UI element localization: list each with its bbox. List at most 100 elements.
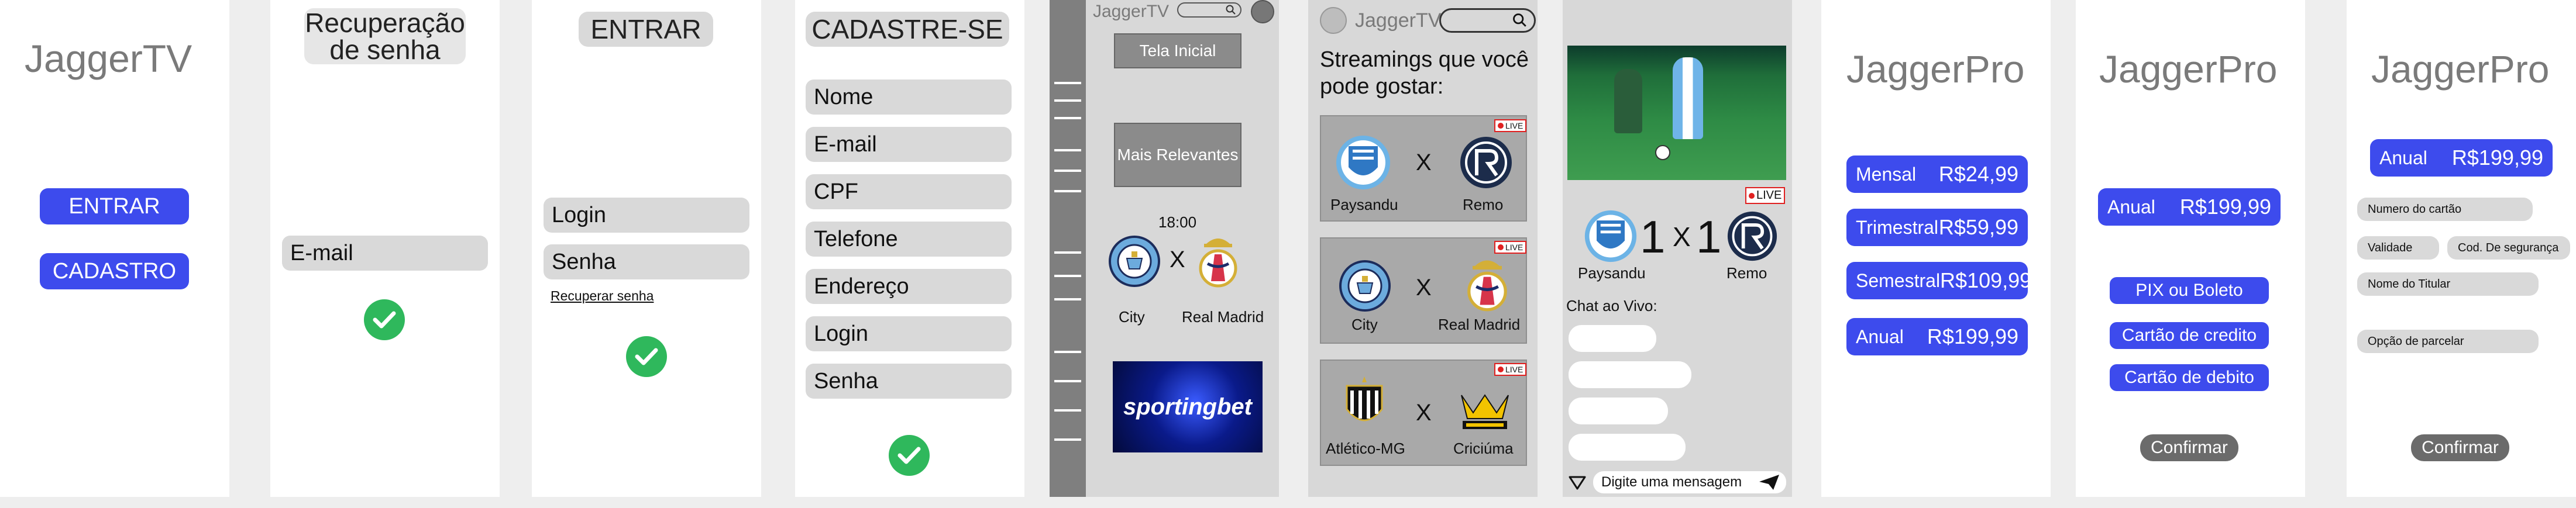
plan-price: R$109,99 bbox=[1940, 268, 2032, 292]
away-team-name: Criciúma bbox=[1453, 440, 1514, 457]
login-field[interactable]: Login bbox=[544, 198, 749, 233]
live-label: LIVE bbox=[1505, 365, 1523, 374]
plan-price: R$199,99 bbox=[1927, 324, 2018, 348]
heart-icon[interactable] bbox=[1567, 474, 1587, 491]
enter-button[interactable]: ENTRAR bbox=[40, 188, 189, 224]
recover-password-link[interactable]: Recuperar senha bbox=[551, 288, 654, 304]
avatar[interactable] bbox=[1320, 7, 1347, 34]
paysandu-crest-icon bbox=[1336, 136, 1390, 189]
card-number-field[interactable]: Numero do cartão bbox=[2357, 198, 2533, 221]
search-input[interactable] bbox=[1439, 8, 1536, 33]
plan-name: Anual bbox=[2379, 147, 2427, 168]
sidebar-item[interactable] bbox=[1054, 149, 1081, 151]
home-button[interactable]: Tela Inicial bbox=[1114, 33, 1241, 68]
sidebar-item[interactable] bbox=[1054, 170, 1081, 172]
password-field[interactable]: Senha bbox=[806, 364, 1012, 399]
plan-semiannual-button[interactable]: Semestral R$109,99 bbox=[1846, 262, 2032, 299]
live-dot-icon bbox=[1498, 244, 1504, 250]
sidebar-item[interactable] bbox=[1054, 99, 1081, 102]
email-field[interactable]: E-mail bbox=[806, 127, 1012, 162]
manchester-city-crest-icon bbox=[1109, 236, 1160, 287]
video-player[interactable] bbox=[1567, 46, 1786, 180]
debit-card-option[interactable]: Cartão de debito bbox=[2110, 364, 2269, 391]
page-title: Recuperação de senha bbox=[304, 8, 466, 64]
plan-quarterly-button[interactable]: Trimestral R$59,99 bbox=[1846, 209, 2028, 246]
paysandu-crest-icon bbox=[1584, 210, 1637, 262]
confirm-check-icon[interactable] bbox=[364, 299, 405, 340]
plan-monthly-button[interactable]: Mensal R$24,99 bbox=[1846, 155, 2028, 193]
validity-field[interactable]: Validade bbox=[2357, 236, 2439, 260]
match-time: 18:00 bbox=[1158, 213, 1197, 231]
versus-label: X bbox=[1416, 275, 1432, 300]
address-field[interactable]: Endereço bbox=[806, 269, 1012, 304]
sportingbet-ad-banner[interactable]: sportingbet bbox=[1113, 361, 1263, 452]
name-field[interactable]: Nome bbox=[806, 80, 1012, 115]
plans-screen: JaggerPro Mensal R$24,99 Trimestral R$59… bbox=[1821, 0, 2051, 497]
title-line-1: Recuperação bbox=[305, 8, 465, 38]
live-dot-icon bbox=[1749, 192, 1755, 199]
confirm-check-icon[interactable] bbox=[626, 336, 667, 377]
password-field[interactable]: Senha bbox=[544, 244, 749, 279]
sidebar-item[interactable] bbox=[1054, 82, 1081, 84]
sidebar-item[interactable] bbox=[1054, 380, 1081, 382]
sidebar bbox=[1050, 0, 1086, 497]
confirm-check-icon[interactable] bbox=[889, 435, 930, 476]
away-team-name: Real Madrid bbox=[1438, 316, 1521, 333]
chat-label: Chat ao Vivo: bbox=[1566, 297, 1657, 315]
home-score: 1 bbox=[1640, 211, 1666, 262]
sidebar-item[interactable] bbox=[1054, 351, 1081, 353]
message-input[interactable]: Digite uma mensagem bbox=[1593, 471, 1786, 493]
brand-logo: JaggerTV bbox=[1355, 9, 1442, 32]
home-team-name: Paysandu bbox=[1330, 196, 1398, 213]
streams-list-screen: JaggerTV Streamings que você pode gostar… bbox=[1308, 0, 1538, 497]
section-heading: Streamings que você pode gostar: bbox=[1320, 47, 1529, 99]
home-screen: JaggerTV Tela Inicial Mais Relevantes 18… bbox=[1050, 0, 1279, 497]
email-field[interactable]: E-mail bbox=[282, 236, 488, 271]
atletico-mg-crest-icon bbox=[1346, 376, 1383, 421]
security-code-field[interactable]: Cod. De segurança bbox=[2447, 236, 2570, 260]
search-icon bbox=[1513, 13, 1526, 27]
sidebar-item[interactable] bbox=[1054, 190, 1081, 192]
ball-icon bbox=[1655, 145, 1670, 160]
versus-label: X bbox=[1416, 150, 1432, 175]
login-field[interactable]: Login bbox=[806, 316, 1012, 351]
sidebar-item[interactable] bbox=[1054, 298, 1081, 300]
chat-message bbox=[1569, 434, 1686, 461]
sidebar-item[interactable] bbox=[1054, 409, 1081, 412]
holder-name-field[interactable]: Nome do Titular bbox=[2357, 272, 2539, 296]
avatar[interactable] bbox=[1251, 0, 1274, 23]
confirm-button[interactable]: Confirmar bbox=[2140, 434, 2238, 461]
live-dot-icon bbox=[1498, 123, 1504, 129]
player-figure bbox=[1673, 57, 1703, 139]
cpf-field[interactable]: CPF bbox=[806, 174, 1012, 209]
installments-field[interactable]: Opção de parcelar bbox=[2357, 330, 2539, 353]
confirm-button[interactable]: Confirmar bbox=[2411, 434, 2509, 461]
pix-boleto-option[interactable]: PIX ou Boleto bbox=[2110, 277, 2269, 304]
login-screen: ENTRAR Login Senha Recuperar senha bbox=[532, 0, 761, 497]
home-team-name: Atlético-MG bbox=[1326, 440, 1405, 457]
real-madrid-crest-icon bbox=[1199, 239, 1237, 288]
password-recovery-screen: Recuperação de senha E-mail bbox=[270, 0, 500, 497]
plan-name: Trimestral bbox=[1856, 216, 1939, 238]
live-label: LIVE bbox=[1505, 243, 1523, 252]
credit-card-option[interactable]: Cartão de credito bbox=[2110, 322, 2269, 349]
relevant-button[interactable]: Mais Relevantes bbox=[1114, 123, 1241, 187]
live-label: LIVE bbox=[1505, 121, 1523, 130]
search-input[interactable] bbox=[1177, 2, 1241, 18]
brand-logo: JaggerPro bbox=[2371, 47, 2550, 91]
sidebar-item[interactable] bbox=[1054, 438, 1081, 441]
sidebar-item[interactable] bbox=[1054, 251, 1081, 254]
brand-logo: JaggerPro bbox=[1846, 47, 2025, 91]
away-team-name: Remo bbox=[1463, 196, 1504, 213]
home-team-name: City bbox=[1351, 316, 1378, 333]
sidebar-item[interactable] bbox=[1054, 275, 1081, 277]
sidebar-item[interactable] bbox=[1054, 117, 1081, 119]
real-madrid-crest-icon bbox=[1467, 260, 1507, 312]
page-title: CADASTRE-SE bbox=[806, 12, 1009, 47]
plan-name: Anual bbox=[2107, 196, 2155, 217]
send-icon[interactable] bbox=[1758, 474, 1780, 491]
phone-field[interactable]: Telefone bbox=[806, 222, 1012, 257]
plan-annual-button[interactable]: Anual R$199,99 bbox=[1846, 318, 2028, 355]
signup-button[interactable]: CADASTRO bbox=[40, 253, 189, 289]
plan-name: Mensal bbox=[1856, 163, 1917, 185]
